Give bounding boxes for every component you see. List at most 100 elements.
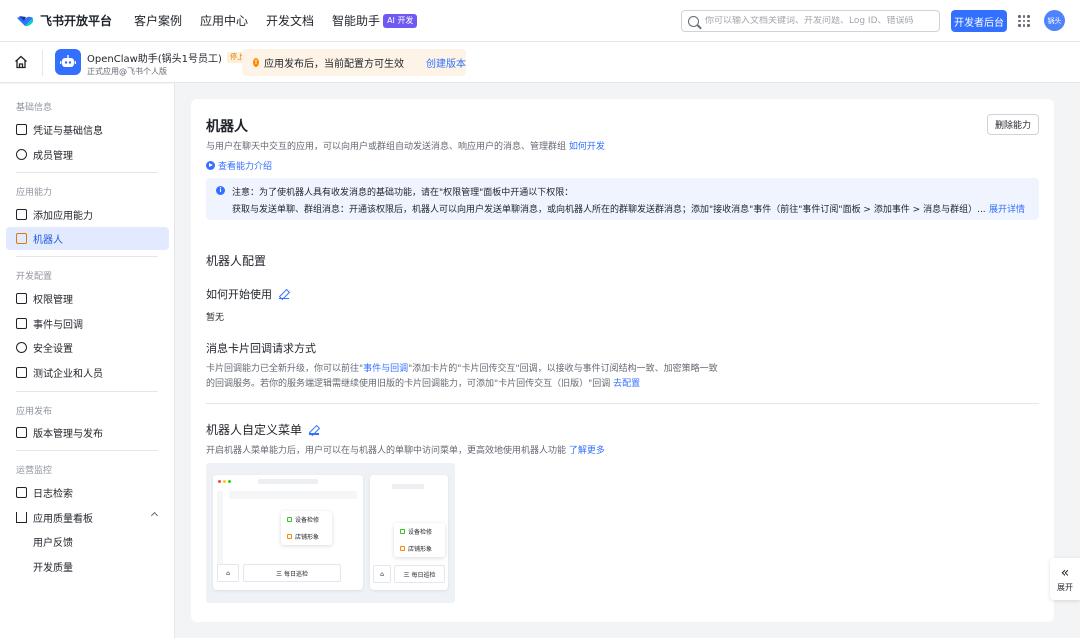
robot-button-mock: ⌂ bbox=[217, 564, 239, 582]
expand-details-link[interactable]: 展开详情 bbox=[989, 202, 1025, 215]
permission-icon bbox=[16, 293, 27, 304]
search-box[interactable] bbox=[681, 10, 940, 32]
description-text: 与用户在聊天中交互的应用，可以向用户或群组自动发送消息、响应用户的消息、管理群组 bbox=[206, 142, 567, 152]
edit-icon[interactable] bbox=[309, 425, 320, 435]
learn-more-link[interactable]: 了解更多 bbox=[569, 446, 605, 456]
create-version-link[interactable]: 创建版本 bbox=[426, 55, 466, 70]
sidebar-group-basic: 基础信息 bbox=[16, 103, 53, 113]
events-callback-link[interactable]: 事件与回调 bbox=[363, 364, 408, 374]
nav-ai-assistant-label: 智能助手 bbox=[332, 14, 381, 28]
expand-label: 展开 bbox=[1057, 582, 1073, 592]
ability-intro-link[interactable]: 查看能力介绍 bbox=[206, 159, 272, 172]
notice-text: 应用发布后，当前配置方可生效 bbox=[264, 59, 404, 70]
upload-icon bbox=[16, 427, 27, 438]
avatar[interactable]: 锅头 bbox=[1044, 10, 1065, 31]
repair-icon bbox=[287, 517, 292, 522]
info-detail: 获取与发送单聊、群组消息：开通该权限后，机器人可以向用户发送单聊消息，或向机器人… bbox=[232, 205, 986, 215]
sidebar-item-feedback[interactable]: 用户反馈 bbox=[6, 530, 169, 553]
sidebar-group-publish: 应用发布 bbox=[16, 407, 53, 417]
divider bbox=[206, 403, 1039, 404]
custom-menu-desc-text: 开启机器人菜单能力后，用户可以在与机器人的单聊中访问菜单，更高效地使用机器人功能 bbox=[206, 446, 567, 456]
sidebar-item-logs[interactable]: 日志检索 bbox=[6, 481, 169, 504]
sidebar-item-label: 应用质量看板 bbox=[33, 514, 93, 525]
app-name[interactable]: OpenClaw助手(锅头1号员工) 停上线 bbox=[87, 50, 254, 65]
daily-patrol-button-mock: 三 每日巡检 bbox=[394, 565, 445, 583]
publish-notice: ! 应用发布后，当前配置方可生效 创建版本 bbox=[242, 49, 466, 76]
main-nav: 客户案例 应用中心 开发文档 智能助手 AI 开发 bbox=[134, 12, 435, 29]
window-dots bbox=[218, 480, 231, 483]
sidebar-item-credentials[interactable]: 凭证与基础信息 bbox=[6, 118, 169, 141]
menu-item-store: 店铺形象 bbox=[281, 528, 332, 545]
sidebar-item-versions[interactable]: 版本管理与发布 bbox=[6, 421, 169, 444]
menu-item-repair: 设备检修 bbox=[394, 523, 445, 540]
divider bbox=[16, 391, 158, 392]
play-icon bbox=[206, 161, 215, 170]
robot-button-mock: ⌂ bbox=[373, 565, 391, 583]
sidebar-item-test-enterprise[interactable]: 测试企业和人员 bbox=[6, 361, 169, 384]
custom-menu-heading: 机器人自定义菜单 bbox=[206, 421, 320, 438]
sidebar-group-dev: 开发配置 bbox=[16, 272, 53, 282]
logo[interactable]: 飞书开放平台 bbox=[16, 12, 120, 29]
sidebar-item-add-ability[interactable]: 添加应用能力 bbox=[6, 203, 169, 226]
sidebar-group-ops: 运营监控 bbox=[16, 466, 53, 476]
search-icon bbox=[688, 15, 699, 27]
warning-icon: ! bbox=[253, 58, 259, 67]
card-callback-text-a: 卡片回调能力已全新升级，你可以前往" bbox=[206, 364, 364, 374]
sidebar-group-ability: 应用能力 bbox=[16, 188, 53, 198]
apps-grid-icon[interactable] bbox=[1018, 15, 1030, 27]
credential-icon bbox=[16, 124, 27, 135]
custom-menu-label: 机器人自定义菜单 bbox=[206, 423, 303, 437]
nav-ai-assistant[interactable]: 智能助手 AI 开发 bbox=[332, 12, 418, 29]
desktop-window-mock: 设备检修 店铺形象 ⌂ 三 每日巡检 bbox=[213, 475, 363, 590]
code-icon bbox=[16, 367, 27, 378]
go-configure-link[interactable]: 去配置 bbox=[613, 379, 640, 389]
search-input[interactable] bbox=[705, 16, 930, 26]
sidebar-item-events[interactable]: 事件与回调 bbox=[6, 312, 169, 335]
shield-icon bbox=[16, 342, 27, 353]
menu-item-label: 店铺形象 bbox=[408, 546, 433, 553]
logo-text: 飞书开放平台 bbox=[40, 14, 113, 28]
chevron-up-icon bbox=[150, 511, 159, 520]
sidebar-item-label: 事件与回调 bbox=[33, 320, 83, 331]
robot-description: 与用户在聊天中交互的应用，可以向用户或群组自动发送消息、响应用户的消息、管理群组… bbox=[206, 139, 605, 152]
delete-ability-button[interactable]: 删除能力 bbox=[987, 114, 1039, 135]
nav-dev-docs[interactable]: 开发文档 bbox=[266, 12, 314, 29]
how-to-develop-link[interactable]: 如何开发 bbox=[569, 142, 605, 152]
sidebar: 基础信息 凭证与基础信息 成员管理 应用能力 添加应用能力 机器人 开发配置 权… bbox=[0, 84, 175, 638]
bar-chart-icon bbox=[16, 512, 27, 523]
menu-popup: 设备检修 店铺形象 bbox=[281, 511, 332, 545]
sidebar-item-label: 用户反馈 bbox=[33, 538, 73, 549]
expand-panel-button[interactable]: « 展开 bbox=[1050, 558, 1080, 600]
robot-card: 机器人 删除能力 与用户在聊天中交互的应用，可以向用户或群组自动发送消息、响应用… bbox=[191, 99, 1054, 622]
sidebar-item-label: 机器人 bbox=[33, 235, 63, 246]
nav-customer-cases[interactable]: 客户案例 bbox=[134, 12, 182, 29]
sidebar-item-members[interactable]: 成员管理 bbox=[6, 143, 169, 166]
app-bar: OpenClaw助手(锅头1号员工) 停上线 正式应用@飞书个人版 ! 应用发布… bbox=[0, 42, 1080, 83]
sidebar-item-robot[interactable]: 机器人 bbox=[6, 227, 169, 250]
nav-app-center[interactable]: 应用中心 bbox=[200, 12, 248, 29]
card-callback-text-c: 的回调服务。若你的服务端逻辑需继续使用旧版的卡片回调能力，可添加"卡片回传交互（… bbox=[206, 379, 611, 389]
sidebar-item-label: 添加应用能力 bbox=[33, 211, 93, 222]
card-callback-heading: 消息卡片回调请求方式 bbox=[206, 342, 316, 355]
store-icon bbox=[287, 534, 292, 539]
sidebar-item-dev-quality[interactable]: 开发质量 bbox=[6, 555, 169, 578]
sidebar-item-quality-board[interactable]: 应用质量看板 bbox=[6, 506, 169, 529]
log-search-icon bbox=[16, 487, 27, 498]
info-note: 注意：为了使机器人具有收发消息的基础功能，请在"权限管理"面板中开通以下权限： bbox=[232, 188, 574, 198]
home-icon[interactable] bbox=[14, 55, 28, 69]
dev-console-button[interactable]: 开发者后台 bbox=[951, 10, 1007, 32]
sidebar-item-permissions[interactable]: 权限管理 bbox=[6, 287, 169, 310]
user-icon bbox=[16, 149, 27, 160]
event-icon bbox=[16, 318, 27, 329]
sidebar-item-label: 开发质量 bbox=[33, 563, 73, 574]
sidebar-item-security[interactable]: 安全设置 bbox=[6, 336, 169, 359]
menu-item-label: 设备检修 bbox=[295, 517, 320, 524]
edit-icon[interactable] bbox=[279, 289, 289, 299]
card-callback-desc-line2: 的回调服务。若你的服务端逻辑需继续使用旧版的卡片回调能力，可添加"卡片回传交互（… bbox=[206, 376, 640, 389]
permission-info-box: i 注意：为了使机器人具有收发消息的基础功能，请在"权限管理"面板中开通以下权限… bbox=[206, 178, 1039, 220]
menu-item-label: 设备检修 bbox=[408, 529, 433, 536]
divider bbox=[42, 50, 43, 76]
repair-icon bbox=[400, 529, 405, 534]
header-mock bbox=[229, 491, 357, 499]
menu-item-repair: 设备检修 bbox=[281, 511, 332, 528]
